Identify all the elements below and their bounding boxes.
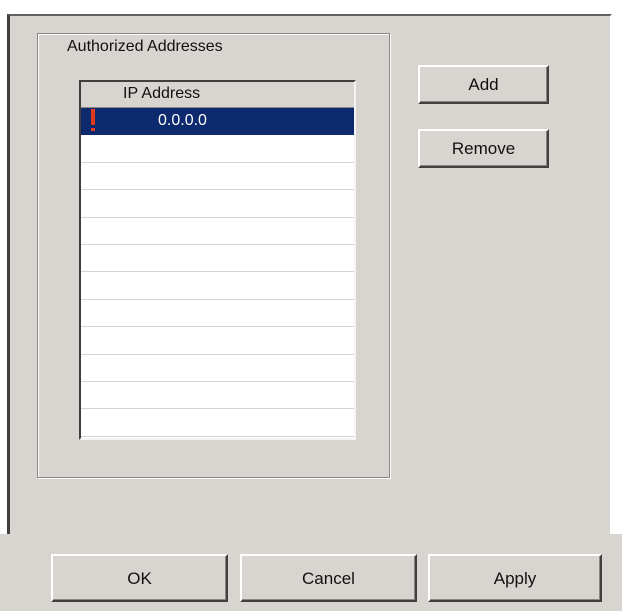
- warning-exclamation-icon: [90, 109, 96, 131]
- list-item[interactable]: [81, 135, 354, 163]
- dialog-window: Authorized Addresses IP Address 0.0.0.0 …: [0, 0, 622, 611]
- groupbox-title: Authorized Addresses: [61, 38, 229, 56]
- list-rows: 0.0.0.0: [81, 108, 354, 437]
- list-item[interactable]: [81, 245, 354, 273]
- list-item[interactable]: 0.0.0.0: [81, 108, 354, 136]
- ok-button[interactable]: OK: [51, 554, 228, 602]
- list-item[interactable]: [81, 163, 354, 191]
- apply-button[interactable]: Apply: [428, 554, 602, 602]
- ip-address-list[interactable]: IP Address 0.0.0.0: [79, 80, 356, 440]
- list-item[interactable]: [81, 272, 354, 300]
- list-item[interactable]: [81, 300, 354, 328]
- ip-address-cell: 0.0.0.0: [158, 112, 207, 129]
- remove-button[interactable]: Remove: [418, 129, 549, 168]
- cancel-button[interactable]: Cancel: [240, 554, 417, 602]
- list-item[interactable]: [81, 382, 354, 410]
- list-item[interactable]: [81, 409, 354, 437]
- list-item[interactable]: [81, 190, 354, 218]
- list-item[interactable]: [81, 355, 354, 382]
- list-item[interactable]: [81, 218, 354, 245]
- column-header-ip-address[interactable]: IP Address: [81, 82, 354, 108]
- list-item[interactable]: [81, 327, 354, 355]
- add-button[interactable]: Add: [418, 65, 549, 104]
